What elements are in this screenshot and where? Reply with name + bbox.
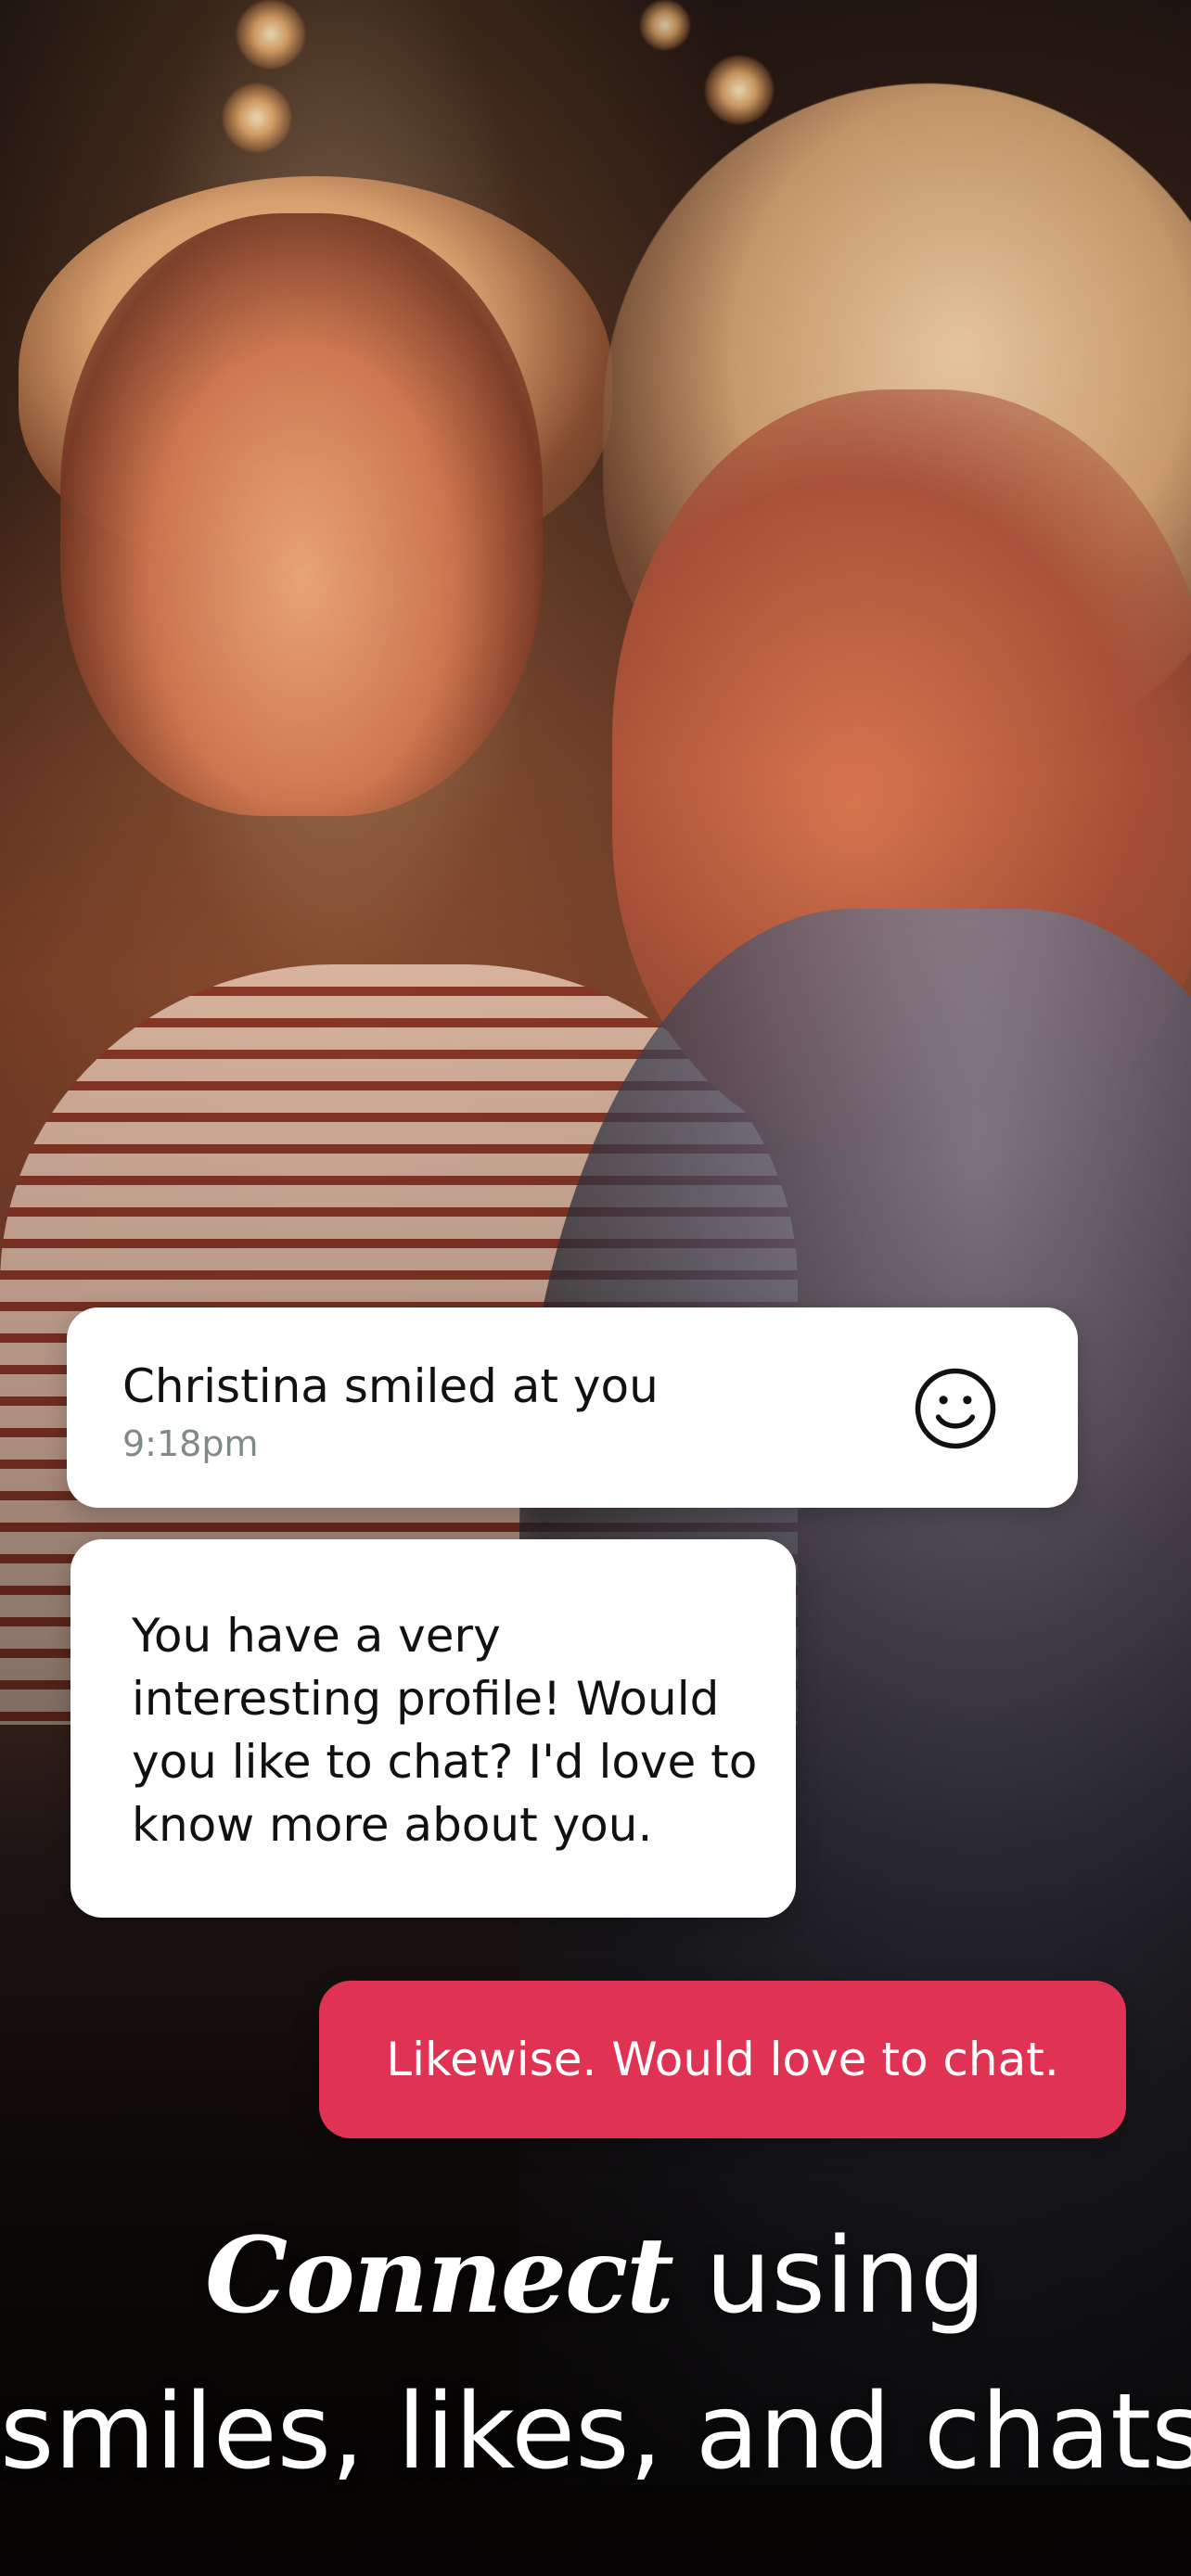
incoming-message-bubble: You have a very interesting profile! Wou…: [70, 1539, 796, 1918]
smile-notification-card[interactable]: Christina smiled at you 9:18pm: [67, 1307, 1078, 1508]
smiley-face-icon: [915, 1368, 996, 1449]
outgoing-message-text: Likewise. Would love to chat.: [386, 2033, 1059, 2086]
notification-text: Christina smiled at you: [122, 1359, 659, 1413]
background-photo: [0, 0, 1191, 2576]
incoming-message-text: You have a very interesting profile! Wou…: [132, 1609, 758, 1852]
headline-line1: Connect using: [0, 2215, 1191, 2338]
headline-line1-rest: using: [672, 2216, 987, 2337]
notification-time: 9:18pm: [122, 1423, 259, 1464]
outgoing-message-bubble: Likewise. Would love to chat.: [319, 1981, 1126, 2138]
background-shade: [0, 0, 1191, 2576]
headline-line2: smiles, likes, and chats: [0, 2372, 1191, 2493]
headline-accent-word: Connect: [204, 2215, 674, 2337]
